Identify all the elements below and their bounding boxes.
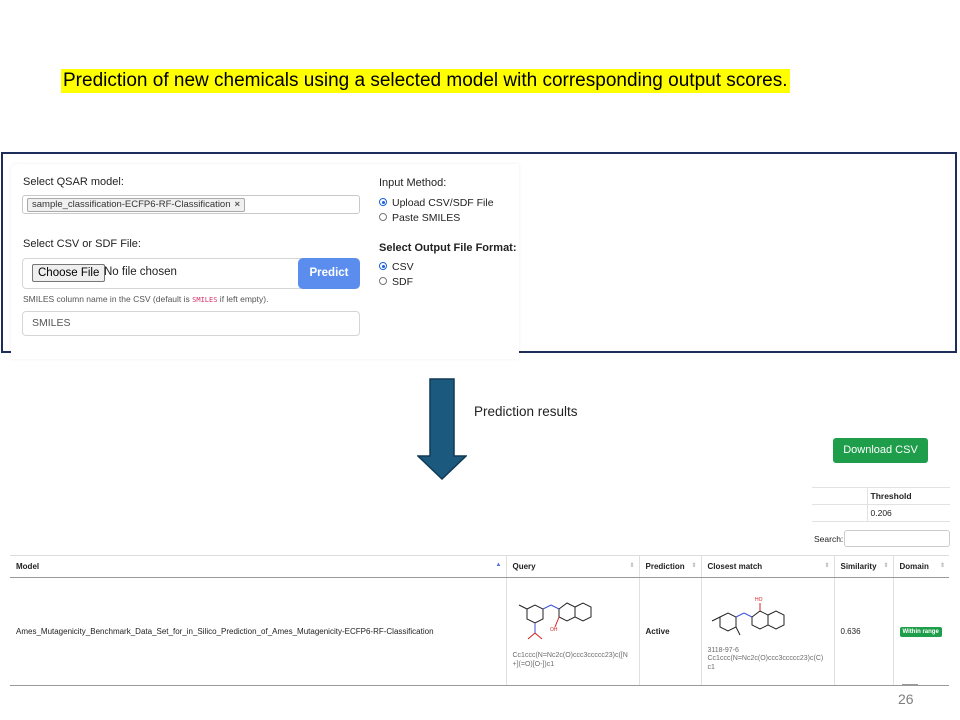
model-chip[interactable]: sample_classification-ECFP6-RF-Classific… bbox=[27, 198, 246, 212]
threshold-value: 0.206 bbox=[867, 504, 950, 522]
radio-sdf[interactable]: SDF bbox=[379, 276, 413, 288]
radio-upload-label: Upload CSV/SDF File bbox=[392, 197, 494, 209]
model-label: Select QSAR model: bbox=[23, 176, 124, 188]
download-csv-button[interactable]: Download CSV bbox=[833, 438, 928, 463]
page-number: 26 bbox=[898, 691, 914, 707]
column-header-query[interactable]: Query ⇕ bbox=[506, 555, 640, 578]
match-smiles: Cc1ccc(N=Nc2c(O)ccc3ccccc23)c(C)c1 bbox=[707, 655, 824, 671]
hint-text-end: if left empty). bbox=[217, 294, 269, 304]
radio-selected-icon[interactable] bbox=[379, 198, 387, 207]
match-cas: 3118-97-6 bbox=[707, 647, 739, 654]
smiles-column-input[interactable]: SMILES bbox=[22, 311, 360, 336]
slide-title: Prediction of new chemicals using a sele… bbox=[61, 69, 790, 93]
input-method-label: Input Method: bbox=[379, 177, 447, 189]
model-select[interactable]: sample_classification-ECFP6-RF-Classific… bbox=[22, 195, 360, 214]
threshold-header: Threshold bbox=[867, 487, 950, 505]
cell-model: Ames_Mutagenicity_Benchmark_Data_Set_for… bbox=[10, 577, 507, 686]
radio-paste[interactable]: Paste SMILES bbox=[379, 212, 460, 224]
results-table: Model ▲ Query ⇕ Prediction ⇕ Closest match ⇕… bbox=[10, 555, 949, 686]
smiles-hint: SMILES column name in the CSV (default i… bbox=[23, 294, 268, 304]
column-header-prediction[interactable]: Prediction ⇕ bbox=[639, 555, 702, 578]
radio-icon[interactable] bbox=[379, 277, 387, 286]
search-label: Search: bbox=[814, 534, 844, 544]
prediction-results-label: Prediction results bbox=[474, 404, 578, 419]
threshold-table: Threshold 0.206 bbox=[812, 487, 950, 522]
no-file-text: No file chosen bbox=[104, 266, 177, 278]
predict-button[interactable]: Predict bbox=[298, 258, 360, 289]
match-molecule-structure: HO bbox=[711, 597, 784, 636]
arrow-down-icon bbox=[417, 378, 467, 480]
svg-text:HO: HO bbox=[755, 597, 763, 603]
query-smiles: Cc1ccc(N=Nc2c(O)ccc3ccccc23)c([N+](=O)[O… bbox=[512, 651, 628, 668]
domain-badge: Within range bbox=[899, 627, 942, 637]
svg-text:OH: OH bbox=[550, 627, 558, 633]
table-row: Ames_Mutagenicity_Benchmark_Data_Set_for… bbox=[10, 577, 949, 686]
file-label: Select CSV or SDF File: bbox=[23, 238, 141, 250]
hint-text-start: SMILES column name in the CSV (default i… bbox=[23, 294, 193, 304]
radio-upload[interactable]: Upload CSV/SDF File bbox=[379, 197, 494, 209]
radio-csv-label: CSV bbox=[392, 261, 414, 273]
radio-selected-icon[interactable] bbox=[379, 262, 387, 271]
sort-icon[interactable]: ⇕ bbox=[629, 562, 634, 569]
radio-paste-label: Paste SMILES bbox=[392, 212, 461, 224]
sort-icon[interactable]: ▲ bbox=[496, 562, 502, 568]
output-format-label: Select Output File Format: bbox=[379, 242, 517, 254]
radio-icon[interactable] bbox=[379, 213, 387, 222]
radio-sdf-label: SDF bbox=[392, 276, 413, 288]
cell-query: OH Cc1ccc(N=Nc2c(O)ccc3ccccc23)c([N+](=O… bbox=[506, 577, 640, 686]
column-header-closest-match[interactable]: Closest match ⇕ bbox=[701, 555, 835, 578]
cell-prediction: Active bbox=[639, 577, 702, 686]
column-header-domain[interactable]: Domain ⇕ bbox=[893, 555, 949, 578]
radio-csv[interactable]: CSV bbox=[379, 261, 414, 273]
column-header-similarity[interactable]: Similarity ⇕ bbox=[834, 555, 894, 578]
chip-remove-icon[interactable]: × bbox=[235, 199, 241, 210]
page-number-rule bbox=[902, 684, 918, 685]
sort-icon[interactable]: ⇕ bbox=[824, 562, 829, 569]
cell-closest-match: HO 3118-97-6 Cc1ccc(N=Nc2c(O)ccc3ccccc23… bbox=[701, 577, 835, 686]
choose-file-button[interactable]: Choose File bbox=[32, 264, 106, 282]
sort-icon[interactable]: ⇕ bbox=[883, 562, 888, 569]
query-molecule-structure: OH bbox=[518, 601, 591, 639]
cell-domain: Within range bbox=[893, 577, 949, 686]
cell-similarity: 0.636 bbox=[834, 577, 894, 686]
model-chip-label: sample_classification-ECFP6-RF-Classific… bbox=[32, 199, 231, 210]
hint-code: SMILES bbox=[192, 296, 218, 304]
search-input[interactable] bbox=[844, 530, 950, 547]
sort-icon[interactable]: ⇕ bbox=[940, 562, 945, 569]
column-header-model[interactable]: Model ▲ bbox=[10, 555, 507, 578]
sort-icon[interactable]: ⇕ bbox=[691, 562, 696, 569]
